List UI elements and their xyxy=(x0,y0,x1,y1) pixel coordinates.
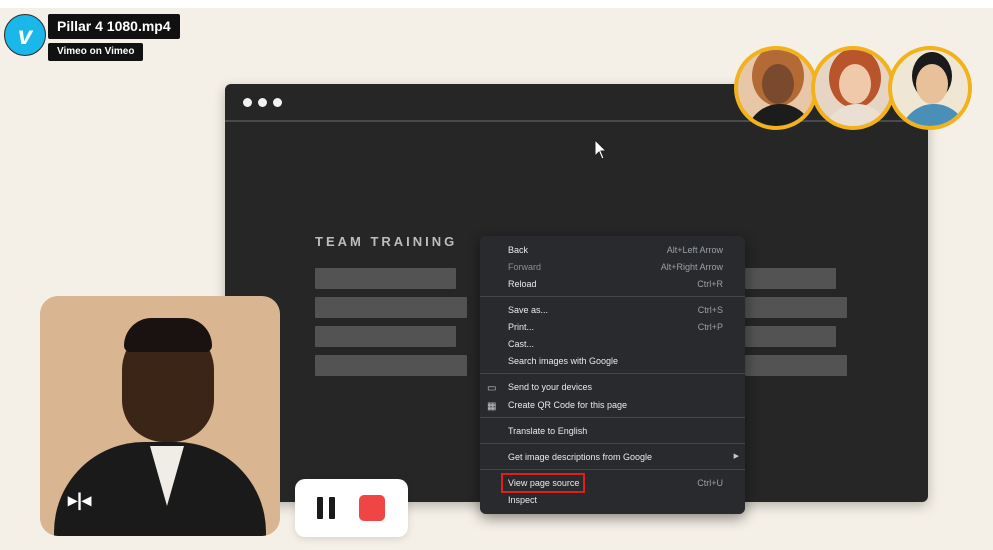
avatar-head xyxy=(916,64,948,104)
menu-item-label: Forward xyxy=(508,262,542,272)
vimeo-logo-icon[interactable]: v xyxy=(4,14,46,56)
participant-avatar[interactable] xyxy=(888,46,972,130)
menu-item-print[interactable]: Print... Ctrl+P xyxy=(480,319,745,335)
menu-item-inspect[interactable]: Inspect xyxy=(480,492,745,508)
menu-item-image-descriptions[interactable]: Get image descriptions from Google ▶ xyxy=(480,449,745,465)
participant-avatar[interactable] xyxy=(734,46,818,130)
menu-item-label: Reload xyxy=(508,279,537,289)
menu-separator xyxy=(480,417,745,418)
menu-item-back[interactable]: Back Alt+Left Arrow xyxy=(480,242,745,258)
menu-item-shortcut: Ctrl+S xyxy=(697,305,723,315)
menu-item-reload[interactable]: Reload Ctrl+R xyxy=(480,276,745,292)
page-heading: TEAM TRAINING xyxy=(315,234,458,249)
webcam-preview: ▸|◂ xyxy=(40,296,280,536)
menu-separator xyxy=(480,469,745,470)
menu-item-label: Print... xyxy=(508,322,535,332)
qr-code-icon: ▦ xyxy=(487,401,497,412)
menu-item-label: Get image descriptions from Google xyxy=(508,452,653,462)
menu-item-forward[interactable]: Forward Alt+Right Arrow xyxy=(480,259,745,275)
menu-item-label: Send to your devices xyxy=(508,382,593,392)
menu-item-label: Inspect xyxy=(508,495,538,505)
submenu-arrow-icon: ▶ xyxy=(733,453,739,460)
pause-icon[interactable] xyxy=(317,497,335,519)
placeholder-bar xyxy=(745,268,836,289)
menu-item-label: Search images with Google xyxy=(508,356,619,366)
highlight-box xyxy=(501,473,585,493)
placeholder-bar xyxy=(315,355,467,376)
avatar-head xyxy=(839,64,871,104)
stop-icon[interactable] xyxy=(359,495,385,521)
window-dot-icon xyxy=(273,98,282,107)
menu-item-shortcut: Alt+Left Arrow xyxy=(666,245,723,255)
avatar-head xyxy=(762,64,794,104)
menu-item-create-qr[interactable]: ▦ Create QR Code for this page xyxy=(480,397,745,413)
menu-item-send-to-devices[interactable]: ▭ Send to your devices xyxy=(480,379,745,395)
menu-item-label: Back xyxy=(508,245,529,255)
menu-item-shortcut: Alt+Right Arrow xyxy=(660,262,723,272)
placeholder-bar xyxy=(745,326,836,347)
menu-separator xyxy=(480,373,745,374)
menu-separator xyxy=(480,443,745,444)
menu-item-shortcut: Ctrl+P xyxy=(697,322,723,332)
placeholder-bar xyxy=(745,355,847,376)
video-title[interactable]: Pillar 4 1080.mp4 xyxy=(48,14,180,39)
menu-item-label: Cast... xyxy=(508,339,535,349)
placeholder-bar xyxy=(315,297,467,318)
devices-icon: ▭ xyxy=(487,383,497,394)
participant-avatar[interactable] xyxy=(811,46,895,130)
placeholder-bar xyxy=(315,326,456,347)
menu-separator xyxy=(480,296,745,297)
top-strip xyxy=(0,0,993,8)
recording-controls xyxy=(295,479,408,537)
video-channel[interactable]: Vimeo on Vimeo xyxy=(48,43,144,61)
browser-divider xyxy=(225,120,928,122)
window-dot-icon xyxy=(258,98,267,107)
placeholder-bar xyxy=(745,297,847,318)
menu-item-cast[interactable]: Cast... xyxy=(480,336,745,352)
menu-item-label: Create QR Code for this page xyxy=(508,400,628,410)
menu-item-label: Translate to English xyxy=(508,426,588,436)
mouse-cursor-icon xyxy=(594,139,608,160)
menu-item-label: Save as... xyxy=(508,305,549,315)
menu-item-shortcut: Ctrl+U xyxy=(697,478,723,488)
menu-item-shortcut: Ctrl+R xyxy=(697,279,723,289)
placeholder-bar xyxy=(315,268,456,289)
flip-camera-icon[interactable]: ▸|◂ xyxy=(68,490,91,511)
presenter-hair xyxy=(124,318,212,352)
window-dots xyxy=(243,98,282,107)
menu-item-translate[interactable]: Translate to English xyxy=(480,423,745,439)
menu-item-save-as[interactable]: Save as... Ctrl+S xyxy=(480,302,745,318)
context-menu: Back Alt+Left Arrow Forward Alt+Right Ar… xyxy=(480,236,745,514)
menu-item-search-images[interactable]: Search images with Google xyxy=(480,353,745,369)
window-dot-icon xyxy=(243,98,252,107)
